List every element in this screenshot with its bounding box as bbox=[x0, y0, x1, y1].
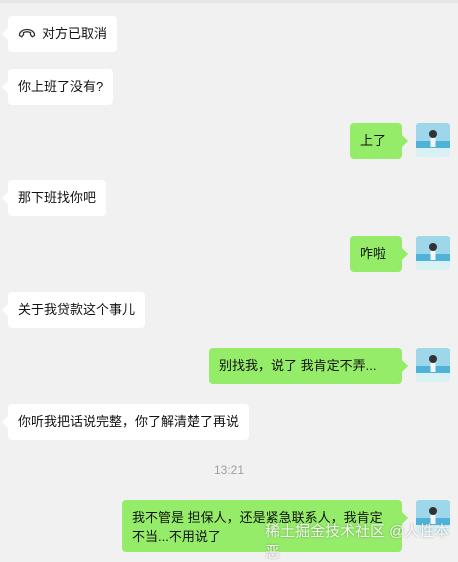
message-bubble[interactable]: 你听我把话说完整，你了解清楚了再说 bbox=[1, 404, 250, 440]
watermark: 稀土掘金技术社区 @人性本恶 bbox=[265, 523, 450, 561]
message-text: 你听我把话说完整，你了解清楚了再说 bbox=[18, 414, 240, 429]
timestamp: 13:21 bbox=[213, 463, 245, 477]
message-bubble[interactable]: 上了 bbox=[350, 123, 408, 159]
avatar[interactable] bbox=[416, 236, 450, 270]
message-text: 你上班了没有? bbox=[18, 79, 104, 94]
avatar[interactable] bbox=[416, 123, 450, 157]
avatar[interactable] bbox=[416, 348, 450, 382]
message-text: 咋啦 bbox=[360, 246, 387, 261]
message-text: 那下班找你吧 bbox=[18, 190, 97, 205]
call-status-bubble[interactable]: 对方已取消 bbox=[1, 16, 118, 52]
window-top-divider bbox=[0, 0, 458, 3]
message-text: 对方已取消 bbox=[42, 26, 108, 41]
message-bubble[interactable]: 咋啦 bbox=[350, 236, 408, 272]
message-text: 上了 bbox=[360, 133, 387, 148]
message-bubble[interactable]: 那下班找你吧 bbox=[1, 180, 107, 216]
message-text: 别找我，说了 我肯定不弄... bbox=[219, 358, 377, 373]
message-bubble[interactable]: 别找我，说了 我肯定不弄... bbox=[209, 348, 408, 384]
message-bubble[interactable]: 你上班了没有? bbox=[1, 69, 114, 105]
message-text: 关于我贷款这个事儿 bbox=[18, 302, 136, 317]
message-bubble[interactable]: 关于我贷款这个事儿 bbox=[1, 292, 146, 328]
hangup-phone-icon bbox=[18, 25, 36, 45]
